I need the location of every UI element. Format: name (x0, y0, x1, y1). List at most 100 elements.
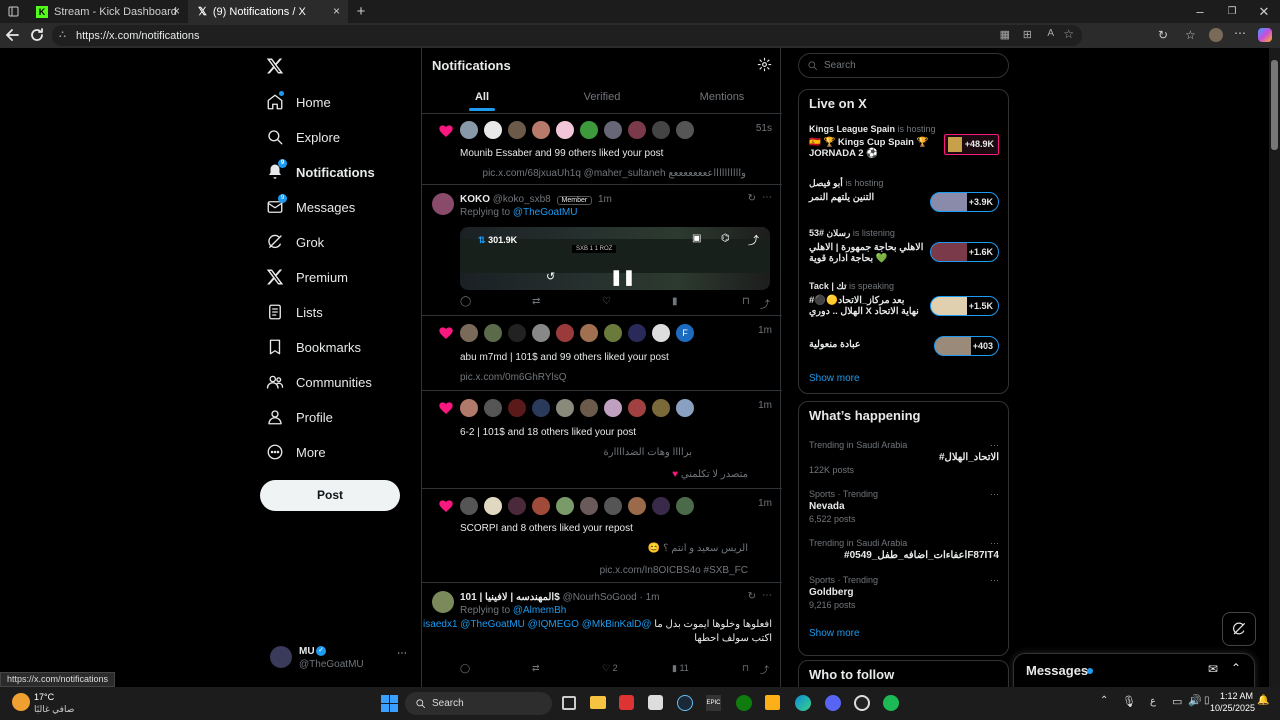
spotify-icon[interactable] (883, 695, 899, 711)
cast-icon[interactable]: ⌬ (721, 233, 730, 244)
close-window-button[interactable]: ✕ (1248, 4, 1280, 20)
avatar[interactable] (580, 497, 598, 515)
app-icon-red[interactable] (619, 695, 634, 710)
refresh-icon[interactable] (30, 27, 44, 43)
avatar[interactable] (604, 497, 622, 515)
rewind-icon[interactable]: ↺ (546, 270, 555, 283)
avatar[interactable] (652, 399, 670, 417)
avatar[interactable] (508, 324, 526, 342)
xbox-icon[interactable] (736, 695, 752, 711)
gear-icon[interactable] (757, 57, 772, 72)
nav-notifications[interactable]: 9 Notifications (266, 159, 375, 181)
tray-expand-icon[interactable]: ⌃ (1100, 695, 1108, 706)
obs-icon[interactable] (854, 695, 870, 711)
trend-more-icon[interactable]: ⋯ (990, 575, 999, 586)
replying-to-link[interactable]: @TheGoatMU (513, 207, 578, 218)
read-aloud-icon[interactable]: A (1047, 28, 1054, 39)
favorites-icon[interactable]: ☆ (1185, 28, 1196, 42)
show-more-link[interactable]: Show more (809, 628, 860, 639)
live-item[interactable]: Tack | تك is speaking #بعد مركاز_الاتحاد… (809, 281, 999, 325)
nav-bookmarks[interactable]: Bookmarks (266, 338, 361, 356)
show-more-link[interactable]: Show more (809, 373, 860, 384)
avatar[interactable] (432, 193, 454, 215)
file-explorer-icon[interactable] (590, 696, 606, 709)
avatar[interactable] (432, 591, 454, 613)
trend-item[interactable]: Trending in Saudi Arabia #اعفاءات_اضافه_… (809, 538, 999, 563)
live-item[interactable]: عبادة منعولية +403 (809, 336, 999, 366)
search-input[interactable]: Search (798, 53, 1009, 78)
views-icon[interactable]: ▮ (672, 296, 678, 307)
share-icon[interactable]: ⤴ (760, 663, 769, 676)
avatar[interactable] (484, 399, 502, 417)
epic-games-icon[interactable]: EPIC (706, 695, 721, 711)
reader-icon[interactable]: ⊞ (1023, 28, 1032, 41)
taskbar-search[interactable]: Search (405, 692, 552, 715)
nav-explore[interactable]: Explore (266, 128, 340, 146)
live-listeners-badge[interactable]: +1.5K (929, 296, 999, 316)
copilot-icon[interactable] (1258, 28, 1272, 42)
avatar[interactable] (580, 399, 598, 417)
reply-icon[interactable]: ◯ (460, 296, 471, 307)
nav-messages[interactable]: 9 Messages (266, 194, 355, 216)
apps-icon[interactable]: ▦ (1000, 28, 1010, 41)
avatar[interactable] (532, 399, 550, 417)
network-icon[interactable]: ▭ (1172, 695, 1182, 708)
account-more-icon[interactable]: ⋯ (397, 648, 407, 659)
views-icon[interactable]: ▮ 11 (672, 663, 689, 674)
notification-item[interactable]: 1m SCORPI and 8 others liked your repost… (422, 489, 782, 583)
tab-kick[interactable]: K Stream - Kick Dashboard × (26, 0, 188, 23)
avatar[interactable] (676, 121, 694, 139)
avatar[interactable] (556, 121, 574, 139)
clock-time[interactable]: 1:12 AM (1220, 691, 1253, 701)
live-item[interactable]: 53# رسلان is listening الاهلي بحاجة جمهو… (809, 228, 999, 272)
post-mentions[interactable]: @isaedx1 @TheGoatMU @IQMEGO @MkBinKalD (423, 619, 651, 630)
avatar[interactable] (604, 121, 622, 139)
avatar[interactable] (460, 121, 478, 139)
browser-menu-icon[interactable] (0, 0, 26, 23)
avatar[interactable] (676, 497, 694, 515)
avatar[interactable] (580, 324, 598, 342)
trend-item[interactable]: Trending in Saudi Arabia #الاتحاد_الهلال… (809, 440, 999, 475)
avatar[interactable] (460, 399, 478, 417)
notification-item[interactable]: 51s Mounib Essaber and 99 others liked y… (422, 115, 782, 185)
settings-more-icon[interactable]: ⋯ (1234, 26, 1246, 40)
weather-widget[interactable]: 17°C صافي غالبًا (12, 692, 132, 716)
nav-communities[interactable]: Communities (266, 373, 372, 391)
notification-item[interactable]: 1m 6-2 | 101$ and 18 others liked your p… (422, 391, 782, 489)
avatar[interactable] (628, 121, 646, 139)
bookmark-icon[interactable]: ⊓ (742, 663, 749, 674)
nav-grok[interactable]: Grok (266, 233, 324, 251)
avatar[interactable] (484, 497, 502, 515)
account-switcher[interactable]: MU ✓ @TheGoatMU ⋯ (270, 643, 410, 673)
nav-home[interactable]: Home (266, 91, 331, 111)
bookmark-icon[interactable]: ⊓ (742, 296, 750, 307)
x-logo-icon[interactable] (266, 57, 284, 75)
live-listeners-badge[interactable]: +403 (933, 336, 999, 356)
avatar[interactable] (556, 497, 574, 515)
steam-icon[interactable] (677, 695, 693, 711)
store-icon[interactable] (648, 695, 663, 710)
video-player[interactable]: ⇅ 301.9K SXB 1 1 ROZ ▣ ⌬ ⤴ ↺ ❚❚ (460, 227, 770, 290)
share-icon[interactable]: ⤴ (748, 232, 759, 248)
close-tab-icon[interactable]: × (173, 4, 180, 18)
nav-more[interactable]: More (266, 443, 326, 461)
trend-more-icon[interactable]: ⋯ (990, 538, 999, 549)
avatar[interactable] (508, 399, 526, 417)
post-more-icon[interactable]: ⋯ (762, 192, 772, 203)
post-more-icon[interactable]: ⋯ (762, 590, 772, 601)
author-name[interactable]: 101 | المهندسه | لافينيا$ (460, 592, 560, 603)
avatar[interactable] (484, 121, 502, 139)
back-icon[interactable] (6, 27, 20, 43)
new-message-icon[interactable]: ✉ (1208, 662, 1218, 676)
avatar[interactable] (460, 497, 478, 515)
share-icon[interactable]: ⤴ (760, 296, 770, 311)
avatar[interactable] (604, 324, 622, 342)
windows-start-icon[interactable] (381, 695, 398, 712)
avatar[interactable] (556, 324, 574, 342)
pause-icon[interactable]: ❚❚ (610, 268, 635, 286)
picture-in-picture-icon[interactable]: ▣ (692, 233, 701, 244)
replying-to-link[interactable]: @AlmemBh (513, 605, 567, 616)
refresh-page-icon[interactable]: ↻ (1158, 28, 1168, 42)
battery-icon[interactable]: ▯ (1204, 695, 1210, 706)
avatar[interactable] (532, 121, 550, 139)
